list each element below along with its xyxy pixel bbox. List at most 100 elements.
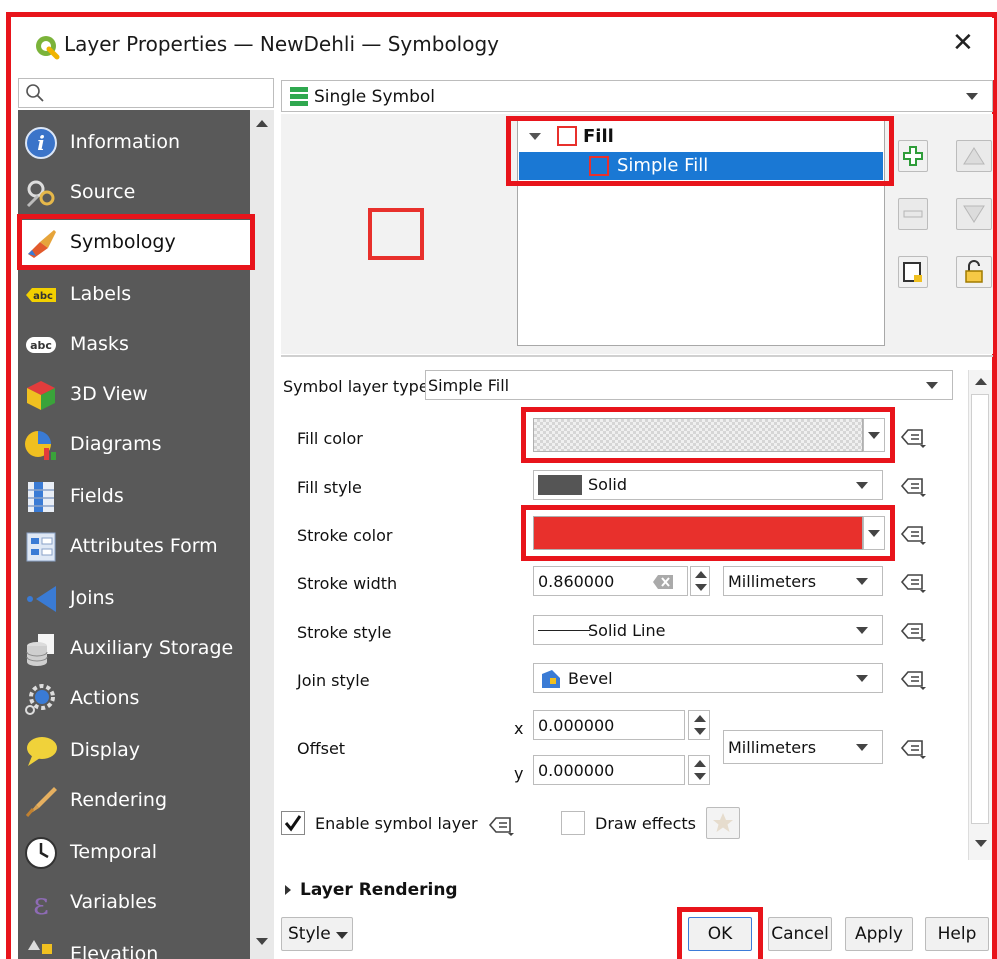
offset-x-spinner[interactable] — [688, 710, 710, 740]
sidebar-item-actions[interactable]: Actions — [18, 676, 250, 722]
properties-scrollbar[interactable] — [968, 370, 992, 860]
spin-down-icon[interactable] — [694, 728, 706, 735]
scroll-up-icon[interactable] — [975, 378, 987, 385]
search-icon — [26, 84, 44, 102]
draw-effects-checkbox[interactable] — [561, 811, 585, 835]
join-style-dropdown[interactable]: Bevel — [533, 663, 883, 693]
renderer-value: Single Symbol — [314, 87, 435, 107]
sidebar-item-fields[interactable]: Fields — [18, 474, 250, 520]
offset-label: Offset — [297, 739, 346, 758]
tree-expand-icon[interactable] — [529, 133, 541, 140]
data-defined-override-icon[interactable] — [488, 814, 514, 836]
fill-color-button[interactable] — [533, 418, 863, 452]
expand-arrow-icon[interactable] — [285, 885, 291, 895]
sidebar-item-display[interactable]: Display — [18, 728, 250, 774]
fields-icon — [28, 482, 54, 512]
spin-down-icon[interactable] — [695, 584, 707, 591]
offset-x-input[interactable]: 0.000000 — [533, 710, 685, 740]
apply-button[interactable]: Apply — [845, 917, 913, 951]
data-defined-override-icon[interactable] — [900, 523, 926, 545]
sidebar-item-variables[interactable]: ε Variables — [18, 880, 250, 926]
data-defined-override-icon[interactable] — [900, 620, 926, 642]
sidebar-item-symbology[interactable]: Symbology — [18, 220, 250, 266]
stroke-width-spinner[interactable] — [690, 566, 710, 596]
move-down-button[interactable] — [956, 198, 992, 230]
sidebar-item-joins[interactable]: Joins — [18, 576, 250, 622]
sidebar-item-masks[interactable]: abc Masks — [18, 322, 250, 368]
cube-icon — [27, 381, 55, 410]
stroke-color-button[interactable] — [533, 516, 863, 550]
sidebar-item-elevation[interactable]: Elevation — [18, 932, 250, 959]
chevron-down-icon — [336, 932, 348, 939]
unlock-icon — [965, 260, 983, 283]
clear-icon[interactable] — [652, 574, 674, 590]
ok-button-label: OK — [707, 924, 733, 944]
stroke-width-input[interactable]: 0.860000 — [533, 566, 688, 596]
renderer-dropdown[interactable]: Single Symbol — [281, 80, 993, 112]
spin-up-icon[interactable] — [694, 760, 706, 767]
spin-up-icon[interactable] — [695, 571, 707, 578]
remove-symbol-layer-button[interactable] — [898, 198, 928, 230]
stroke-color-menu-button[interactable] — [863, 516, 885, 550]
sidebar-item-label: Rendering — [70, 789, 168, 811]
sidebar-item-temporal[interactable]: Temporal — [18, 830, 250, 876]
data-defined-override-icon[interactable] — [900, 571, 926, 593]
splitter[interactable] — [281, 355, 993, 357]
sidebar-item-label: Temporal — [70, 841, 157, 863]
tree-item-simple-fill[interactable]: Simple Fill — [519, 152, 883, 180]
apply-button-label: Apply — [855, 924, 903, 944]
form-icon — [26, 532, 56, 562]
stroke-width-unit-dropdown[interactable]: Millimeters — [723, 566, 883, 596]
symbol-layer-type-label: Symbol layer type — [283, 377, 429, 396]
data-defined-override-icon[interactable] — [900, 668, 926, 690]
offset-x-value: 0.000000 — [538, 716, 615, 735]
qgis-logo-icon — [36, 36, 60, 60]
scroll-down-icon[interactable] — [975, 840, 987, 847]
fill-style-dropdown[interactable]: Solid — [533, 470, 883, 500]
close-button[interactable]: ✕ — [952, 28, 974, 58]
clock-icon — [25, 837, 57, 869]
sidebar-item-attributes-form[interactable]: Attributes Form — [18, 524, 250, 570]
symbol-layer-type-dropdown[interactable]: Simple Fill — [425, 370, 953, 400]
enable-symbol-layer-checkbox[interactable] — [281, 811, 305, 835]
effects-button[interactable] — [706, 807, 740, 839]
scroll-down-icon[interactable] — [256, 938, 268, 945]
stroke-style-dropdown[interactable]: Solid Line — [533, 615, 883, 645]
style-button-label: Style — [288, 924, 331, 944]
data-defined-override-icon[interactable] — [900, 475, 926, 497]
sidebar-item-labels[interactable]: abc Labels — [18, 272, 250, 318]
cancel-button[interactable]: Cancel — [768, 917, 832, 951]
data-defined-override-icon[interactable] — [900, 737, 926, 759]
help-button[interactable]: Help — [925, 917, 989, 951]
offset-y-input[interactable]: 0.000000 — [533, 755, 685, 785]
tree-item-fill[interactable]: Fill — [519, 124, 883, 150]
style-button[interactable]: Style — [281, 917, 353, 951]
search-input[interactable] — [18, 78, 274, 108]
spin-up-icon[interactable] — [694, 715, 706, 722]
diagrams-icon — [25, 431, 56, 460]
symbol-preview — [368, 208, 424, 260]
ok-button[interactable]: OK — [688, 917, 752, 951]
epsilon-icon: ε — [33, 887, 49, 920]
labels-abc-icon: abc — [26, 288, 56, 302]
add-symbol-layer-button[interactable] — [898, 140, 928, 172]
elevation-icon — [28, 940, 52, 954]
move-up-button[interactable] — [956, 140, 992, 172]
sidebar-item-rendering[interactable]: Rendering — [18, 778, 250, 824]
sidebar-item-3d-view[interactable]: 3D View — [18, 372, 250, 418]
offset-unit-dropdown[interactable]: Millimeters — [723, 730, 883, 764]
layer-rendering-header[interactable]: Layer Rendering — [300, 880, 458, 900]
scroll-thumb[interactable] — [971, 394, 989, 824]
sidebar-item-source[interactable]: Source — [18, 170, 250, 216]
spin-down-icon[interactable] — [694, 773, 706, 780]
lock-layer-button[interactable] — [956, 256, 992, 288]
fill-color-menu-button[interactable] — [863, 418, 885, 452]
scroll-up-icon[interactable] — [256, 120, 268, 127]
sidebar-scrollbar[interactable] — [250, 110, 274, 959]
data-defined-override-icon[interactable] — [900, 426, 926, 448]
sidebar-item-diagrams[interactable]: Diagrams — [18, 422, 250, 468]
duplicate-layer-button[interactable] — [898, 256, 928, 288]
offset-y-spinner[interactable] — [688, 755, 710, 785]
sidebar-item-auxiliary-storage[interactable]: Auxiliary Storage — [18, 626, 250, 672]
sidebar-item-information[interactable]: i Information — [18, 120, 250, 166]
